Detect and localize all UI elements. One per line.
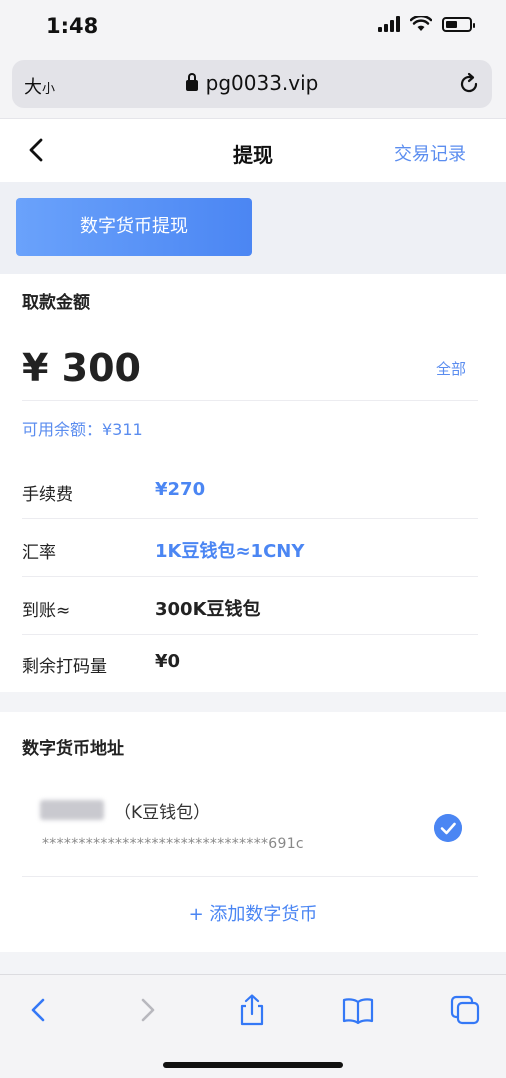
remaining-bet-value: ¥0: [155, 651, 181, 672]
divider: [22, 576, 478, 577]
divider: [22, 634, 478, 635]
divider: [22, 400, 478, 401]
status-time: 1:48: [46, 14, 99, 38]
divider: [22, 876, 478, 877]
withdraw-card: 取款金额 ¥ 300 全部 可用余额：¥311 手续费 ¥270 汇率 1K豆钱…: [0, 274, 506, 692]
crypto-address-card: 数字货币地址 （K豆钱包） **************************…: [0, 712, 506, 952]
browser-forward-icon[interactable]: [130, 993, 164, 1027]
address-section-label: 数字货币地址: [22, 739, 124, 759]
available-balance: 可用余额：¥311: [22, 420, 143, 439]
url-bar[interactable]: 大小 pg0033.vip: [12, 60, 492, 108]
status-bar: 1:48: [0, 0, 506, 52]
cellular-signal-icon: [378, 16, 400, 32]
lock-icon: [185, 73, 198, 91]
divider: [22, 518, 478, 519]
wallet-address: *******************************691c: [42, 836, 304, 852]
wifi-icon: [410, 16, 432, 31]
tabs-icon[interactable]: [448, 993, 482, 1027]
amount-section-label: 取款金额: [22, 293, 90, 313]
url-text: pg0033.vip: [205, 71, 319, 95]
all-amount-button[interactable]: 全部: [436, 358, 466, 379]
remaining-bet-label: 剩余打码量: [22, 657, 107, 677]
transaction-record-link[interactable]: 交易记录: [394, 140, 466, 166]
arrival-value: 300K豆钱包: [155, 599, 261, 620]
home-indicator[interactable]: [163, 1062, 343, 1068]
share-icon[interactable]: [235, 993, 269, 1027]
tab-crypto-withdraw[interactable]: 数字货币提现: [16, 198, 252, 256]
arrival-label: 到账≈: [22, 601, 71, 621]
status-icons: [378, 16, 475, 32]
amount-input[interactable]: ¥ 300: [22, 346, 141, 390]
withdraw-type-tabs: 数字货币提现: [0, 182, 506, 274]
coin-type-label: （K豆钱包）: [114, 803, 211, 823]
reload-icon[interactable]: [456, 71, 482, 97]
browser-back-icon[interactable]: [22, 993, 56, 1027]
add-crypto-button[interactable]: + 添加数字货币: [0, 900, 506, 926]
selected-check-icon[interactable]: [434, 814, 462, 842]
rate-value: 1K豆钱包≈1CNY: [155, 541, 305, 562]
battery-icon: [442, 16, 475, 32]
blurred-wallet-name: [40, 800, 104, 820]
bookmarks-icon[interactable]: [341, 993, 375, 1027]
browser-address-area: 大小 pg0033.vip: [0, 52, 506, 118]
page-header: 提现 交易记录: [0, 118, 506, 182]
battery-level: [446, 20, 457, 28]
fee-value: ¥270: [155, 479, 206, 500]
fee-label: 手续费: [22, 485, 73, 505]
url-display[interactable]: pg0033.vip: [12, 71, 492, 95]
rate-label: 汇率: [22, 543, 56, 563]
